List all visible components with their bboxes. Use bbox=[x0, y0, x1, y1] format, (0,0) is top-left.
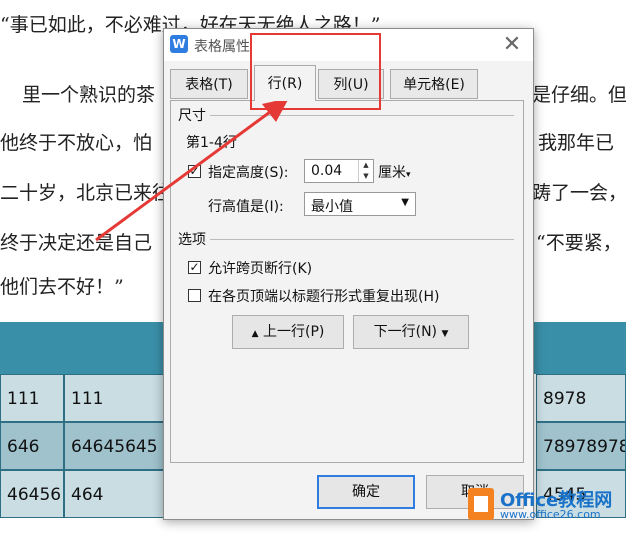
office26-watermark: Office教程网 www.office26.com bbox=[462, 480, 626, 530]
tab-row[interactable]: 行(R) bbox=[254, 65, 316, 101]
watermark-url: www.office26.com bbox=[500, 508, 601, 521]
office-logo-icon bbox=[468, 488, 494, 520]
